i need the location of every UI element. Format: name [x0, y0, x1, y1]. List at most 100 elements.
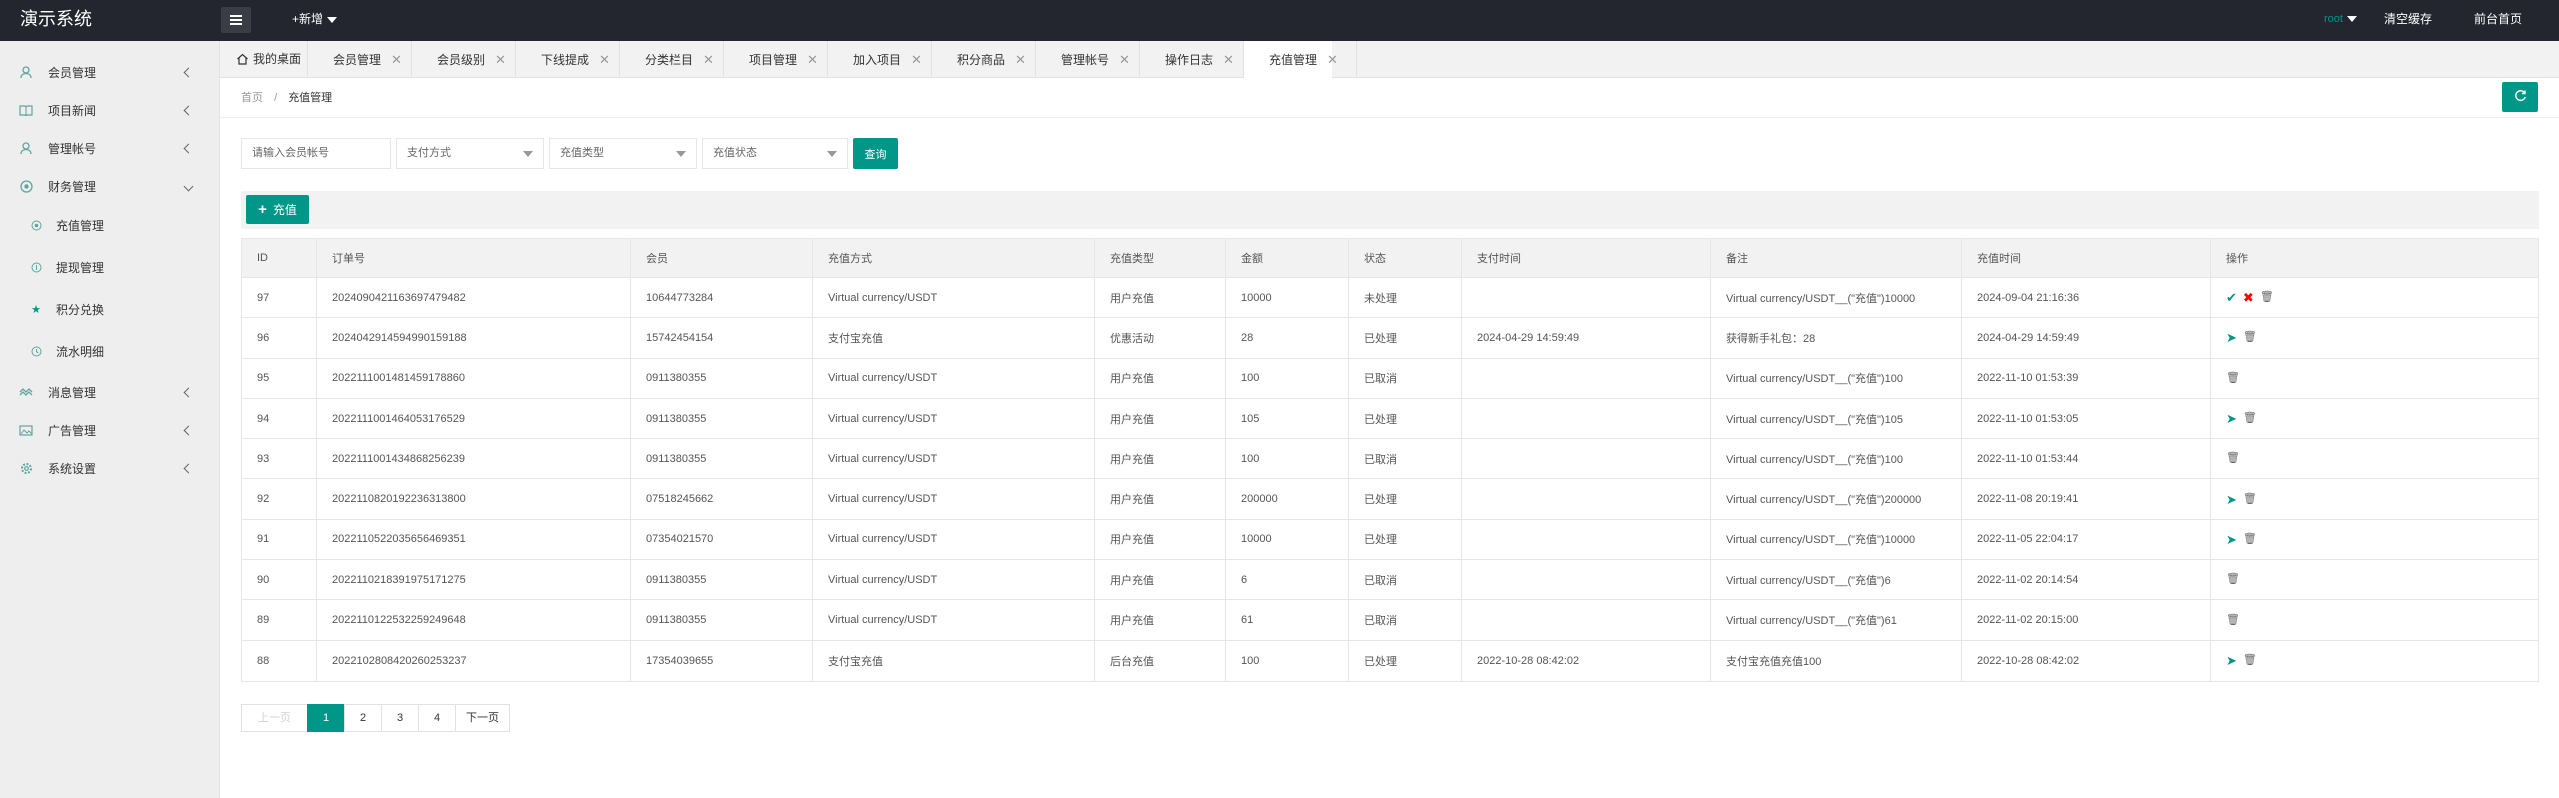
row-actions: ➤ 🗑 [2211, 318, 2540, 357]
table-cell: 91 [242, 519, 317, 560]
tab-join-project[interactable]: 加入项目 ✕ [853, 41, 922, 78]
row-actions: ➤ 🗑 [2211, 479, 2540, 518]
caret-down-icon [327, 16, 338, 23]
sidebar-item-admin[interactable]: 管理帐号 [0, 129, 220, 167]
tab-members[interactable]: 会员管理 ✕ [333, 41, 402, 78]
table-cell: 支付宝充值充值100 [1711, 640, 1962, 681]
send-icon[interactable]: ➤ [2226, 533, 2237, 546]
tab-points-goods[interactable]: 积分商品 ✕ [957, 41, 1026, 78]
close-icon[interactable]: ✕ [703, 41, 714, 78]
pay-method-select[interactable]: 支付方式 [396, 138, 544, 169]
send-icon[interactable]: ➤ [2226, 654, 2237, 667]
user-menu[interactable]: root [2324, 0, 2357, 41]
sidebar-item-members[interactable]: 会员管理 [0, 53, 220, 91]
tab-member-levels[interactable]: 会员级别 ✕ [437, 41, 506, 78]
delete-icon[interactable]: 🗑 [2226, 574, 2240, 585]
table-cell: 2022102808420260253237 [317, 640, 631, 681]
delete-icon[interactable]: 🗑 [2226, 614, 2240, 626]
send-icon[interactable]: ➤ [2226, 493, 2237, 506]
delete-icon[interactable]: 🗑 [2243, 413, 2257, 424]
close-icon[interactable]: ✕ [1015, 41, 1026, 78]
page-button-3[interactable]: 3 [381, 704, 419, 732]
table-row: 96 20240429145949901591​88 15742454154 支付宝充… [242, 318, 2540, 359]
tab-categories[interactable]: 分类栏目 ✕ [645, 41, 714, 78]
page-button-4[interactable]: 4 [418, 704, 456, 732]
tab-divider [411, 41, 412, 78]
breadcrumb-home[interactable]: 首页 [241, 92, 263, 104]
sidebar-item-ads[interactable]: 广告管理 [0, 411, 220, 449]
table-cell: 2022110820192236313800 [317, 479, 631, 519]
table-cell: 96 [242, 318, 317, 358]
delete-icon[interactable]: 🗑 [2243, 493, 2257, 505]
query-button[interactable]: 查询 [853, 138, 898, 169]
table-cell: 200000 [1226, 479, 1349, 519]
column-header: 备注 [1711, 239, 1962, 277]
close-icon[interactable]: ✕ [391, 41, 402, 78]
front-home-link[interactable]: 前台首页 [2474, 0, 2522, 41]
close-icon[interactable]: ✕ [599, 41, 610, 78]
tab-divider [1035, 41, 1036, 78]
table-row: 89 2022110122532259249648 0911380355 Virtua… [242, 600, 2538, 641]
tab-commission[interactable]: 下线提成 ✕ [541, 41, 610, 78]
delete-icon[interactable]: 🗑 [2243, 655, 2257, 666]
table-cell [1462, 479, 1711, 519]
sidebar-item-finance[interactable]: 财务管理 [0, 167, 220, 205]
table-cell: 10000 [1226, 519, 1349, 560]
table-row: 90 2022110218391975171275 0911380355 Virtua… [242, 560, 2538, 601]
pagination: 上一页 1 2 3 4 下一页 [241, 704, 510, 732]
delete-icon[interactable]: 🗑 [2260, 292, 2274, 303]
page-button-1[interactable]: 1 [307, 704, 345, 732]
table-cell: 105 [1226, 398, 1349, 439]
sidebar-item-messages[interactable]: 消息管理 [0, 373, 220, 411]
close-icon[interactable]: ✕ [1327, 41, 1338, 78]
delete-icon[interactable]: 🗑 [2226, 453, 2240, 464]
plus-icon: + [258, 201, 267, 218]
refresh-button[interactable] [2502, 82, 2538, 112]
table-cell: Virtual currency/USDT__("充值")105 [1711, 398, 1962, 439]
menu-toggle-button[interactable] [221, 7, 251, 33]
tab-recharge[interactable]: 充值管理 ✕ [1244, 41, 1338, 79]
table-cell: Virtual currency/USDT [813, 439, 1095, 479]
sidebar-item-news[interactable]: 项目新闻 [0, 91, 220, 129]
prev-page-button[interactable]: 上一页 [241, 704, 308, 732]
sidebar-item-settings[interactable]: 系统设置 [0, 449, 220, 487]
tab-projects[interactable]: 项目管理 ✕ [749, 41, 818, 78]
close-icon[interactable]: ✕ [807, 41, 818, 78]
add-new-menu[interactable]: +新增 [292, 0, 338, 41]
sidebar-item-label: 会员管理 [48, 65, 97, 80]
recharge-status-select[interactable]: 充值状态 [702, 138, 848, 169]
column-header: 金额 [1226, 239, 1349, 277]
sidebar-subitem-flow[interactable]: 流水明细 [0, 330, 220, 372]
admin-icon [19, 141, 33, 155]
sidebar-subitem-recharge[interactable]: 充值管理 [0, 204, 220, 246]
close-icon[interactable]: ✕ [495, 41, 506, 78]
close-icon[interactable]: ✕ [1223, 41, 1234, 78]
close-icon[interactable]: ✕ [911, 41, 922, 78]
tab-my-desktop[interactable]: 我的桌面 [236, 41, 301, 78]
clear-cache-link[interactable]: 清空缓存 [2384, 0, 2432, 41]
breadcrumb-separator: / [274, 92, 278, 104]
account-search-input[interactable]: 请输入会员帐号 [241, 138, 391, 169]
table-cell: 94 [242, 398, 317, 439]
delete-icon[interactable]: 🗑 [2226, 372, 2240, 384]
table-cell: 用户充值 [1095, 519, 1226, 560]
page-button-2[interactable]: 2 [344, 704, 382, 732]
tab-admin-accounts[interactable]: 管理帐号 ✕ [1061, 41, 1130, 78]
sidebar-subitem-points[interactable]: ★ 积分兑换 [0, 288, 220, 330]
sidebar-subitem-withdraw[interactable]: 提现管理 [0, 246, 220, 288]
delete-icon[interactable]: 🗑 [2243, 533, 2257, 545]
close-icon[interactable]: ✕ [1119, 41, 1130, 78]
column-header: 充值方式 [813, 239, 1095, 277]
image-icon [19, 423, 33, 437]
recharge-type-select[interactable]: 充值类型 [549, 138, 697, 169]
reject-icon[interactable]: ✖ [2243, 291, 2254, 304]
send-icon[interactable]: ➤ [2226, 331, 2237, 344]
send-icon[interactable]: ➤ [2226, 412, 2237, 425]
finance-icon [19, 179, 33, 193]
delete-icon[interactable]: 🗑 [2243, 332, 2257, 343]
approve-icon[interactable]: ✔ [2226, 291, 2237, 304]
add-recharge-button[interactable]: + 充值 [246, 195, 309, 224]
next-page-button[interactable]: 下一页 [455, 704, 510, 732]
tab-operation-log[interactable]: 操作日志 ✕ [1165, 41, 1234, 78]
caret-down-icon [2346, 16, 2357, 23]
